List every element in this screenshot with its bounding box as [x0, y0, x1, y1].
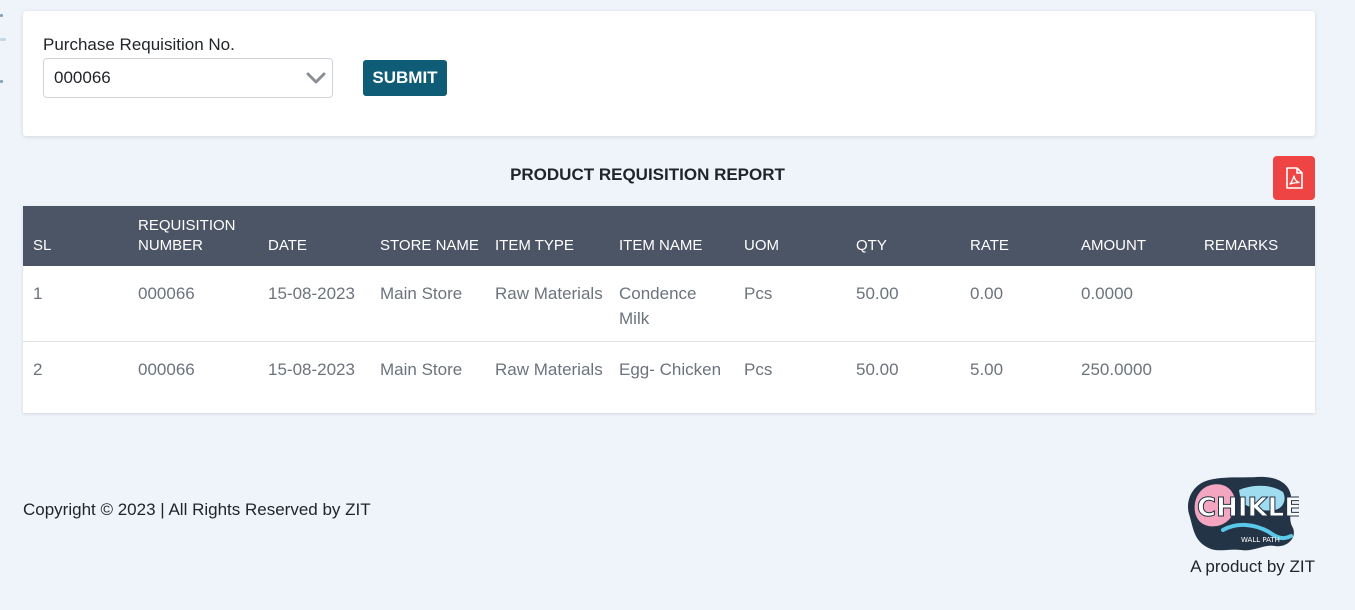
report-table: SL REQUISITION NUMBER DATE STORE NAME IT… — [23, 206, 1315, 413]
table-cell: Condence Milk — [619, 284, 697, 328]
table-cell: 50.00 — [856, 284, 899, 303]
table-cell: 000066 — [138, 284, 195, 303]
column-header: REMARKS — [1204, 237, 1279, 254]
table-cell: 000066 — [138, 360, 195, 379]
table-cell: Raw Materials — [495, 360, 603, 379]
table-cell: Pcs — [744, 284, 773, 303]
table-cell — [1194, 342, 1315, 413]
chevron-down-icon — [306, 72, 326, 84]
column-header: ITEM NAME — [619, 237, 703, 254]
column-header: REQUISITION NUMBER — [138, 217, 236, 254]
table-cell: 15-08-2023 — [268, 360, 355, 379]
column-header: DATE — [268, 237, 307, 254]
submit-button[interactable]: SUBMIT — [363, 60, 447, 96]
svg-text:WALL PATH: WALL PATH — [1241, 536, 1280, 544]
table-cell: 50.00 — [856, 360, 899, 379]
requisition-label: Purchase Requisition No. — [43, 35, 235, 54]
svg-text:CHIKLEE: CHIKLEE — [1197, 493, 1299, 523]
column-header: STORE NAME — [380, 237, 479, 254]
table-cell: 1 — [33, 284, 43, 303]
table-cell: Main Store — [380, 284, 463, 303]
column-header: ITEM TYPE — [495, 237, 574, 254]
table-cell: 5.00 — [970, 360, 1004, 379]
table-cell: Pcs — [744, 360, 773, 379]
column-header: RATE — [970, 237, 1009, 254]
table-row: 2 000066 15-08-2023 Main Store Raw Mater… — [23, 342, 1315, 413]
product-by-text: A product by ZIT — [1190, 557, 1315, 576]
chiklee-logo: CHIKLEE WALL PATH — [1187, 476, 1299, 551]
table-header-row: SL REQUISITION NUMBER DATE STORE NAME IT… — [23, 206, 1315, 266]
table-cell: Raw Materials — [495, 284, 603, 303]
table-cell: 250.0000 — [1081, 360, 1152, 379]
edge-marker — [0, 80, 3, 83]
requisition-select[interactable]: 000066 — [43, 58, 333, 98]
filter-card: Purchase Requisition No. 000066 SUBMIT — [23, 11, 1315, 136]
column-header: QTY — [856, 237, 887, 254]
table-cell — [1194, 266, 1315, 342]
column-header: AMOUNT — [1081, 237, 1146, 254]
requisition-selected-value: 000066 — [54, 68, 111, 87]
edge-marker — [0, 38, 6, 41]
export-pdf-button[interactable] — [1273, 156, 1315, 200]
column-header: UOM — [744, 237, 779, 254]
report-title: PRODUCT REQUISITION REPORT — [510, 165, 785, 184]
copyright-text: Copyright © 2023 | All Rights Reserved b… — [23, 500, 371, 519]
edge-marker — [0, 14, 3, 17]
table-cell: 0.00 — [970, 284, 1004, 303]
table-cell: 2 — [33, 360, 43, 379]
table-cell: Main Store — [380, 360, 463, 379]
column-header: SL — [33, 237, 52, 254]
pdf-file-icon — [1286, 167, 1303, 189]
table-cell: Egg- Chicken — [619, 360, 722, 379]
table-cell: 15-08-2023 — [268, 284, 355, 303]
table-cell: 0.0000 — [1081, 284, 1133, 303]
table-row: 1 000066 15-08-2023 Main Store Raw Mater… — [23, 266, 1315, 342]
